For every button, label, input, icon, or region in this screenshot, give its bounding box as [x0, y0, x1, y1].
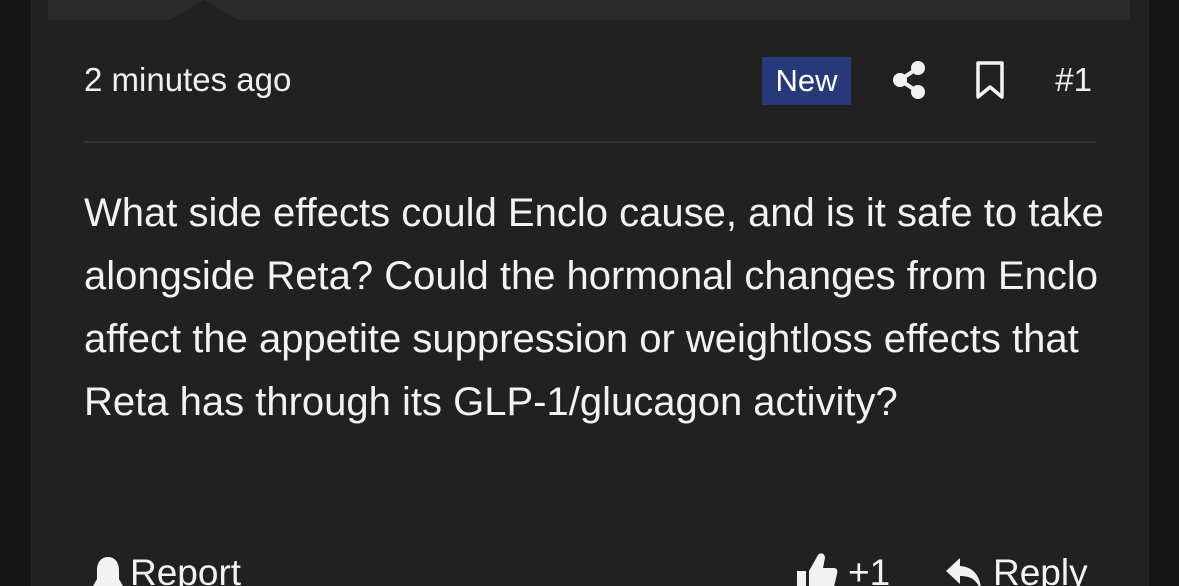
thumbs-up-icon — [797, 553, 838, 586]
report-button[interactable]: Report — [92, 549, 241, 586]
post-number-link[interactable]: #1 — [1055, 60, 1092, 100]
divider — [84, 141, 1096, 143]
bell-icon — [93, 557, 123, 586]
share-icon-graphic — [893, 61, 925, 99]
like-button[interactable]: +1 — [796, 549, 890, 586]
page: 2 minutes ago New #1 What side effects c… — [0, 0, 1179, 586]
post-meta-row: 2 minutes ago New #1 — [84, 56, 1096, 106]
like-count: +1 — [848, 552, 891, 586]
report-label: Report — [130, 552, 242, 586]
previous-post-strip — [48, 0, 1130, 20]
new-badge: New — [762, 57, 851, 105]
reply-button[interactable]: Reply — [945, 549, 1088, 586]
post-actions-row: Report +1 Reply — [84, 545, 1096, 586]
share-icon[interactable] — [890, 60, 928, 100]
bookmark-icon-graphic — [976, 61, 1004, 99]
strip-notch — [170, 0, 238, 20]
reply-label: Reply — [993, 552, 1088, 586]
post-body: What side effects could Enclo cause, and… — [84, 191, 1104, 424]
post-timestamp[interactable]: 2 minutes ago — [84, 60, 291, 100]
bookmark-icon[interactable] — [973, 60, 1007, 100]
reply-icon — [946, 558, 981, 586]
